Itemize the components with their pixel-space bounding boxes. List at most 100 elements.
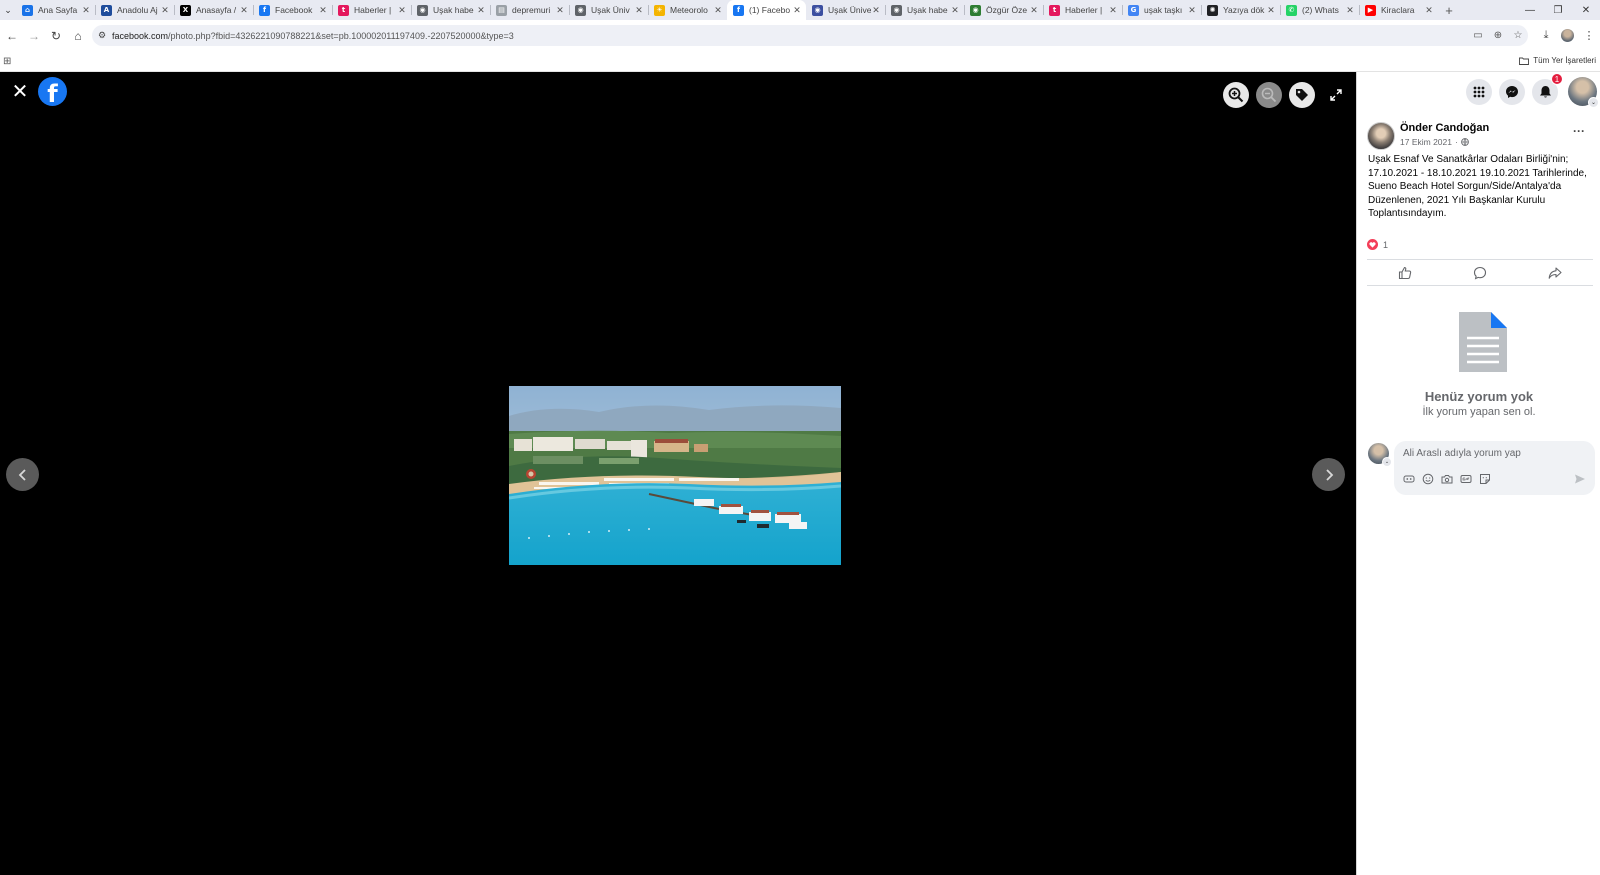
tab-close-icon[interactable]: ✕ bbox=[239, 5, 249, 16]
new-tab-button[interactable]: + bbox=[1438, 3, 1460, 18]
close-viewer-icon[interactable]: ✕ bbox=[10, 80, 30, 102]
account-chevron-icon: ⌄ bbox=[1588, 97, 1599, 108]
menu-grid-icon[interactable] bbox=[1466, 79, 1492, 105]
author-name[interactable]: Önder Candoğan bbox=[1400, 122, 1489, 134]
back-icon[interactable]: ← bbox=[1, 25, 23, 47]
apps-grid-icon[interactable]: ⊞ bbox=[3, 56, 11, 67]
tab-close-icon[interactable]: ✕ bbox=[634, 5, 644, 16]
comment-input[interactable] bbox=[1403, 448, 1583, 459]
send-comment-icon[interactable] bbox=[1573, 472, 1587, 486]
account-avatar[interactable]: ⌄ bbox=[1568, 77, 1599, 108]
facebook-logo-icon[interactable]: f bbox=[38, 77, 67, 106]
browser-tab[interactable]: ✆ (2) Whats ✕ bbox=[1280, 0, 1359, 20]
globe-icon: ◉ bbox=[891, 4, 902, 16]
tab-close-icon[interactable]: ✕ bbox=[160, 5, 170, 16]
bookmark-star-icon[interactable]: ☆ bbox=[1508, 30, 1528, 41]
notifications-bell-icon[interactable]: 1 bbox=[1532, 73, 1563, 105]
forward-icon[interactable]: → bbox=[23, 25, 45, 47]
comment-icon bbox=[1473, 266, 1487, 280]
more-options-icon[interactable]: ··· bbox=[1573, 124, 1585, 138]
tab-search-chevron-icon[interactable]: ⌄ bbox=[0, 0, 16, 20]
globe-icon: ◉ bbox=[575, 4, 586, 16]
tab-close-icon[interactable]: ✕ bbox=[1345, 5, 1355, 16]
emoji-icon[interactable] bbox=[1421, 472, 1435, 486]
profile-avatar[interactable] bbox=[1561, 29, 1574, 42]
browser-tab[interactable]: t Haberler | ✕ bbox=[332, 0, 411, 20]
author-avatar[interactable] bbox=[1367, 122, 1395, 150]
camera-icon[interactable] bbox=[1440, 472, 1454, 486]
download-icon[interactable]: ⤓ bbox=[1535, 29, 1557, 42]
browser-tab[interactable]: ◉ Uşak habe ✕ bbox=[411, 0, 490, 20]
post-date[interactable]: 17 Ekim 2021 bbox=[1400, 137, 1452, 147]
site-info-icon[interactable]: ⚙ bbox=[92, 30, 112, 41]
tab-close-icon[interactable]: ✕ bbox=[1108, 5, 1118, 16]
zoom-icon[interactable]: ⊕ bbox=[1488, 30, 1508, 41]
tab-close-icon[interactable]: ✕ bbox=[792, 5, 802, 16]
post-photo[interactable] bbox=[509, 386, 841, 565]
browser-tab[interactable]: ◉ Uşak Üniv ✕ bbox=[569, 0, 648, 20]
minimize-icon[interactable]: — bbox=[1516, 0, 1544, 20]
url-text[interactable]: facebook.com/photo.php?fbid=432622109078… bbox=[112, 31, 1468, 41]
window-close-icon[interactable]: ✕ bbox=[1572, 0, 1600, 20]
tab-close-icon[interactable]: ✕ bbox=[397, 5, 407, 16]
tab-close-icon[interactable]: ✕ bbox=[476, 5, 486, 16]
gif-icon[interactable] bbox=[1459, 472, 1473, 486]
browser-tab[interactable]: Guşak taşkı ✕ bbox=[1122, 0, 1201, 20]
tab-title: Anasayfa / bbox=[196, 5, 237, 15]
tab-title: Haberler | bbox=[354, 5, 392, 15]
menu-icon[interactable]: ⋮ bbox=[1578, 29, 1600, 42]
previous-photo-icon[interactable] bbox=[6, 458, 39, 491]
commenter-avatar[interactable]: ⌄ bbox=[1368, 443, 1392, 467]
tab-title: Ana Sayfa bbox=[38, 5, 78, 15]
zoom-in-icon[interactable] bbox=[1223, 82, 1249, 108]
tab-close-icon[interactable]: ✕ bbox=[871, 5, 881, 16]
browser-tab[interactable]: ☀ Meteorolo ✕ bbox=[648, 0, 727, 20]
avatar-sticker-icon[interactable] bbox=[1402, 472, 1416, 486]
maximize-icon[interactable]: ❐ bbox=[1544, 0, 1572, 20]
browser-tab[interactable]: A Anadolu Aj ✕ bbox=[95, 0, 174, 20]
browser-tab[interactable]: t Haberler | ✕ bbox=[1043, 0, 1122, 20]
browser-tab[interactable]: ◉ Uşak habe ✕ bbox=[885, 0, 964, 20]
tag-icon[interactable] bbox=[1289, 82, 1315, 108]
tab-close-icon[interactable]: ✕ bbox=[1266, 5, 1276, 16]
tab-title: Facebook bbox=[275, 5, 313, 15]
empty-document-icon bbox=[1457, 310, 1509, 379]
url-domain: facebook.com bbox=[112, 30, 169, 41]
post-side-panel: 1 ⌄ Önder Candoğan 17 Ekim 2021 · ··· Uş… bbox=[1356, 72, 1600, 875]
browser-tab[interactable]: ▶ Kiraclara ✕ bbox=[1359, 0, 1438, 20]
tab-close-icon[interactable]: ✕ bbox=[555, 5, 565, 16]
browser-tab[interactable]: X Anasayfa / ✕ bbox=[174, 0, 253, 20]
tab-title: Meteorolo bbox=[670, 5, 708, 15]
browser-tab[interactable]: ⌂ Ana Sayfa ✕ bbox=[16, 0, 95, 20]
browser-tab[interactable]: ◉ Uşak Ünive ✕ bbox=[806, 0, 885, 20]
browser-tab[interactable]: f Facebook ✕ bbox=[253, 0, 332, 20]
zoom-out-icon[interactable] bbox=[1256, 82, 1282, 108]
tab-close-icon[interactable]: ✕ bbox=[318, 5, 328, 16]
address-bar[interactable]: ⚙ facebook.com/photo.php?fbid=4326221090… bbox=[92, 25, 1528, 46]
tab-title: Kiraclara bbox=[1381, 5, 1415, 15]
sticker-icon[interactable] bbox=[1478, 472, 1492, 486]
browser-tab[interactable]: ◉ Özgür Öze ✕ bbox=[964, 0, 1043, 20]
fullscreen-icon[interactable] bbox=[1326, 85, 1346, 105]
share-button[interactable] bbox=[1518, 260, 1593, 285]
next-photo-icon[interactable] bbox=[1312, 458, 1345, 491]
tab-close-icon[interactable]: ✕ bbox=[713, 5, 723, 16]
tab-close-icon[interactable]: ✕ bbox=[1424, 5, 1434, 16]
all-bookmarks-button[interactable]: Tüm Yer İşaretleri bbox=[1519, 56, 1596, 65]
messenger-icon[interactable] bbox=[1499, 79, 1525, 105]
home-icon[interactable]: ⌂ bbox=[67, 25, 89, 47]
tab-close-icon[interactable]: ✕ bbox=[1029, 5, 1039, 16]
comment-button[interactable] bbox=[1442, 260, 1517, 285]
tab-close-icon[interactable]: ✕ bbox=[81, 5, 91, 16]
browser-tab-active[interactable]: f (1) Facebo ✕ bbox=[727, 0, 806, 20]
browser-tab[interactable]: ▤ depremuri ✕ bbox=[490, 0, 569, 20]
page-icon: ▤ bbox=[496, 4, 507, 16]
reload-icon[interactable]: ↻ bbox=[45, 25, 67, 47]
globe-icon: ◉ bbox=[970, 4, 981, 16]
tab-close-icon[interactable]: ✕ bbox=[1187, 5, 1197, 16]
reaction-summary[interactable]: 1 bbox=[1367, 239, 1388, 250]
like-button[interactable] bbox=[1367, 260, 1442, 285]
tab-close-icon[interactable]: ✕ bbox=[950, 5, 960, 16]
cast-icon[interactable]: ▭ bbox=[1468, 30, 1488, 41]
browser-tab[interactable]: ✺ Yazıya dök ✕ bbox=[1201, 0, 1280, 20]
